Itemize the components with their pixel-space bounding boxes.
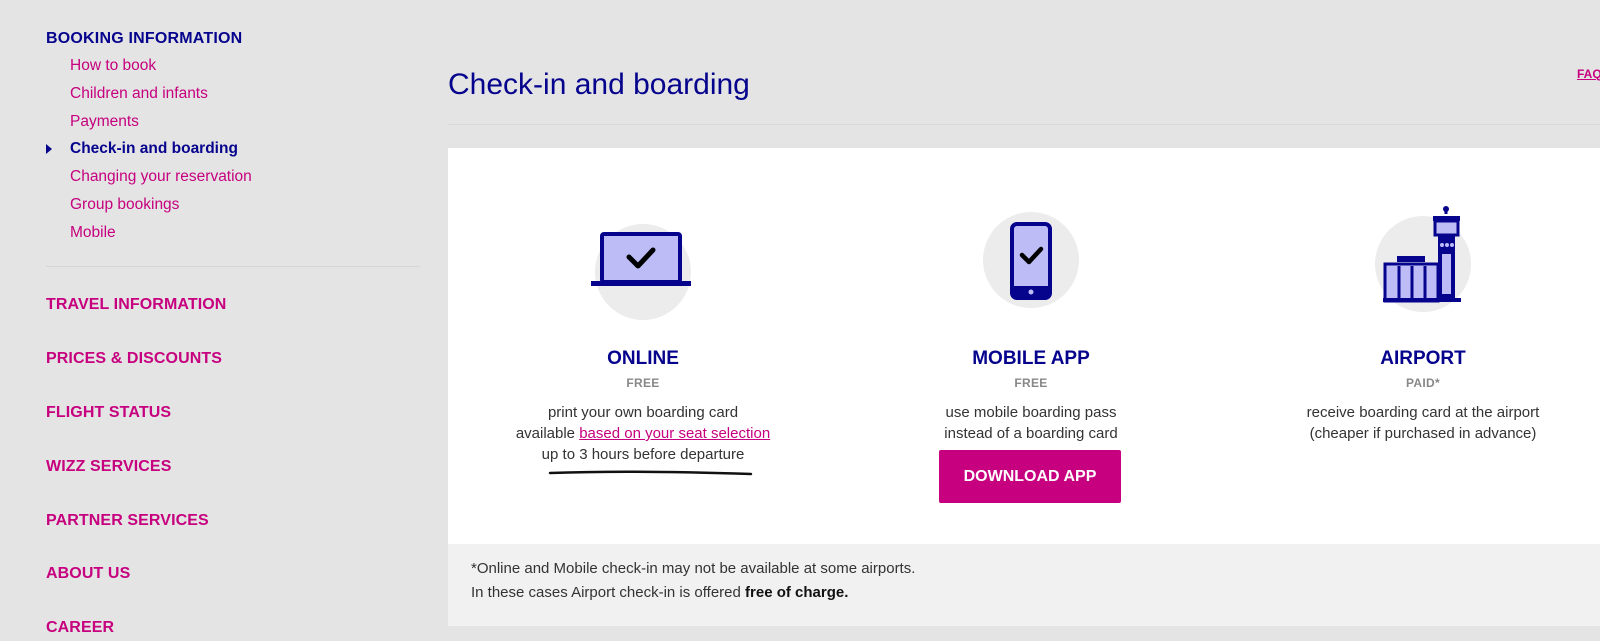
handwritten-underline bbox=[548, 470, 753, 476]
description-line: receive boarding card at the airport bbox=[1306, 404, 1540, 421]
sidebar-section-prices-discounts[interactable]: PRICES & DISCOUNTS bbox=[46, 350, 222, 368]
sidebar: BOOKING INFORMATION How to book Children… bbox=[0, 0, 420, 641]
sidebar-item-label: Children and infants bbox=[70, 84, 208, 102]
option-title: MOBILE APP bbox=[972, 348, 1090, 369]
footnote-emphasis: free of charge. bbox=[745, 584, 849, 601]
sidebar-item-changing-your-reservation[interactable]: Changing your reservation bbox=[70, 167, 252, 195]
sidebar-item-how-to-book[interactable]: How to book bbox=[70, 56, 252, 84]
sidebar-section-flight-status[interactable]: FLIGHT STATUS bbox=[46, 404, 171, 422]
phone-check-icon bbox=[1010, 222, 1052, 300]
sidebar-heading-booking-information[interactable]: BOOKING INFORMATION bbox=[46, 30, 242, 48]
sidebar-item-label: Mobile bbox=[70, 223, 116, 241]
sidebar-item-label: Check-in and boarding bbox=[70, 140, 238, 158]
sidebar-item-children-and-infants[interactable]: Children and infants bbox=[70, 84, 252, 112]
sidebar-item-payments[interactable]: Payments bbox=[70, 112, 252, 140]
title-divider bbox=[448, 124, 1600, 125]
option-title: AIRPORT bbox=[1380, 348, 1466, 369]
description-line: use mobile boarding pass bbox=[945, 404, 1117, 421]
booking-subnav: How to book Children and infants Payment… bbox=[46, 56, 252, 251]
caret-right-icon bbox=[46, 144, 52, 155]
check-in-options-card: ONLINE FREE print your own boarding card… bbox=[448, 148, 1600, 626]
page-title: Check-in and boarding bbox=[448, 68, 750, 101]
description-line: (cheaper if purchased in advance) bbox=[1309, 425, 1537, 442]
footnote-line-1: *Online and Mobile check-in may not be a… bbox=[471, 560, 916, 577]
footnote-text: In these cases Airport check-in is offer… bbox=[471, 584, 746, 601]
sidebar-divider bbox=[46, 266, 420, 267]
sidebar-section-travel-information[interactable]: TRAVEL INFORMATION bbox=[46, 296, 226, 314]
faq-link[interactable]: FAQ bbox=[1577, 67, 1600, 81]
sidebar-section-partner-services[interactable]: PARTNER SERVICES bbox=[46, 512, 209, 530]
option-description: use mobile boarding pass instead of a bo… bbox=[861, 402, 1201, 444]
description-line: instead of a boarding card bbox=[944, 425, 1118, 442]
airport-tower-icon bbox=[1383, 206, 1461, 303]
sidebar-item-check-in-and-boarding[interactable]: Check-in and boarding bbox=[46, 139, 252, 167]
option-description: receive boarding card at the airport (ch… bbox=[1253, 402, 1593, 444]
sidebar-item-label: Payments bbox=[70, 112, 139, 130]
footnote-line-2: In these cases Airport check-in is offer… bbox=[471, 584, 848, 601]
sidebar-item-group-bookings[interactable]: Group bookings bbox=[70, 195, 252, 223]
sidebar-item-label: Group bookings bbox=[70, 195, 180, 213]
download-app-button[interactable]: DOWNLOAD APP bbox=[939, 450, 1121, 503]
sidebar-section-about-us[interactable]: ABOUT US bbox=[46, 565, 130, 583]
option-price: PAID* bbox=[1406, 376, 1440, 390]
sidebar-item-mobile[interactable]: Mobile bbox=[70, 223, 252, 251]
footnote-panel: *Online and Mobile check-in may not be a… bbox=[448, 544, 1600, 626]
sidebar-item-label: Changing your reservation bbox=[70, 168, 252, 186]
sidebar-section-wizz-services[interactable]: WIZZ SERVICES bbox=[46, 458, 171, 476]
sidebar-section-career[interactable]: CAREER bbox=[46, 619, 114, 637]
sidebar-item-label: How to book bbox=[70, 57, 157, 74]
option-price: FREE bbox=[1014, 376, 1048, 390]
